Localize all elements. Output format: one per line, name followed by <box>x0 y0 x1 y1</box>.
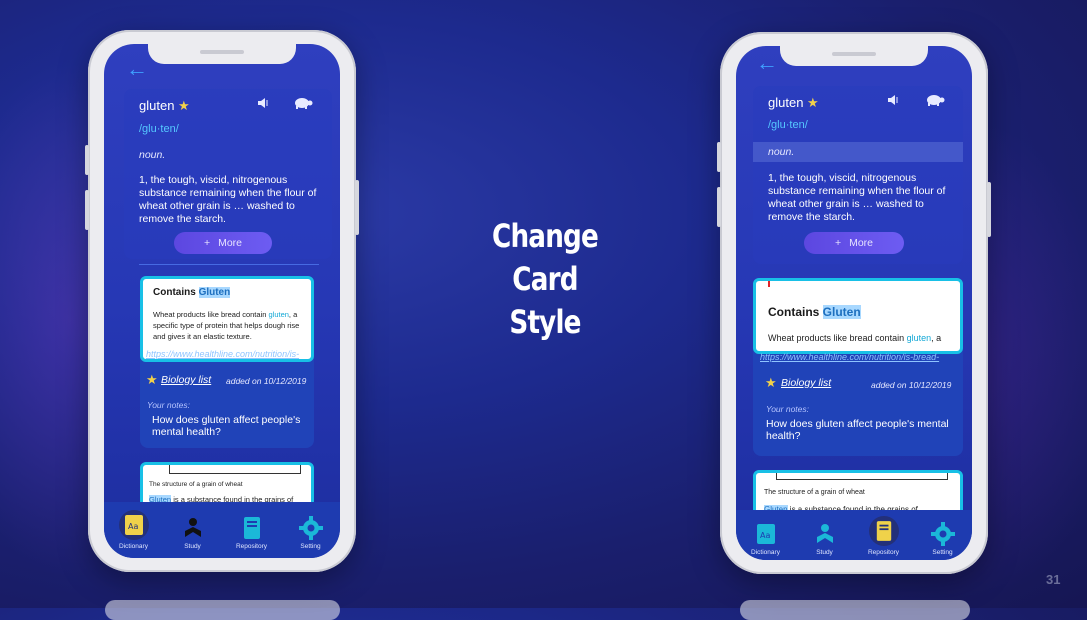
phone-notch <box>780 46 928 66</box>
plus-icon: + <box>203 237 211 249</box>
back-arrow-icon[interactable]: ← <box>756 50 778 76</box>
added-date: added on 10/12/2019 <box>226 376 307 386</box>
list-name-link[interactable]: Biology list <box>161 374 211 386</box>
phone-mockup-right: ← gluten ★ /glu·ten/ noun. 1, the tough,… <box>717 32 991 574</box>
heading-line: Change <box>492 217 599 255</box>
phonetic-text: /glu·ten/ <box>768 119 808 131</box>
study-icon <box>813 522 837 546</box>
study-icon <box>181 516 205 540</box>
phonetic-text: /glu·ten/ <box>139 123 179 135</box>
list-star-icon: ★ <box>765 375 777 390</box>
tab-setting[interactable]: Setting <box>913 522 972 556</box>
speaker-icon[interactable] <box>886 93 900 112</box>
slow-speed-turtle-icon[interactable] <box>292 96 314 115</box>
notes-label: Your notes: <box>766 404 810 414</box>
tab-study[interactable]: Study <box>163 516 222 550</box>
image-caption: The structure of a grain of wheat <box>149 481 243 488</box>
phone-mockup-left: ← gluten ★ /glu·ten/ noun. 1, the tough,… <box>85 30 359 572</box>
slide-number: 31 <box>1046 572 1061 587</box>
notes-text[interactable]: How does gluten affect people's mental h… <box>152 414 300 438</box>
phone-side-button <box>85 190 89 230</box>
part-of-speech: noun. <box>139 149 166 161</box>
word-title: gluten ★ <box>139 98 190 113</box>
tab-setting[interactable]: Setting <box>281 516 340 550</box>
reference-title: Contains Gluten <box>153 287 231 298</box>
gear-icon <box>298 516 323 540</box>
bottom-tab-bar: Aa Dictionary Study Repository Setting <box>736 510 972 560</box>
reference-excerpt: Wheat products like bread contain gluten… <box>153 310 300 341</box>
app-screen: ← gluten ★ /glu·ten/ noun. 1, the tough,… <box>736 46 972 560</box>
slow-speed-turtle-icon[interactable] <box>924 93 946 112</box>
reference-excerpt: Wheat products like bread contain gluten… <box>768 333 942 343</box>
notes-label: Your notes: <box>147 400 191 410</box>
phone-side-button <box>717 142 721 172</box>
definition-text: 1, the tough, viscid, nitrogenous substa… <box>139 174 317 225</box>
reference-card[interactable]: Contains Gluten Wheat products like brea… <box>753 278 963 354</box>
list-name-link[interactable]: Biology list <box>781 377 831 389</box>
phone-side-button <box>355 180 359 235</box>
source-link[interactable]: https://www.healthline.com/nutrition/is-… <box>760 352 956 362</box>
tab-study[interactable]: Study <box>795 522 854 556</box>
favorite-star-icon[interactable]: ★ <box>807 95 819 110</box>
notes-text[interactable]: How does gluten affect people's mental h… <box>766 418 949 442</box>
wheat-grain-image <box>776 473 948 480</box>
word-title: gluten ★ <box>768 95 819 110</box>
tab-dictionary[interactable]: Aa Dictionary <box>104 510 163 550</box>
bottom-tab-bar: Aa Dictionary Study Repository Setting <box>104 502 340 558</box>
part-of-speech: noun. <box>768 146 795 158</box>
image-caption: The structure of a grain of wheat <box>764 489 865 496</box>
svg-text:Aa: Aa <box>128 522 138 531</box>
added-date: added on 10/12/2019 <box>871 380 952 390</box>
bookmark-marker <box>768 281 770 287</box>
list-star-icon: ★ <box>146 372 158 387</box>
plus-icon: + <box>834 237 842 249</box>
more-button[interactable]: + More <box>804 232 904 254</box>
slide-heading: Change Card Style <box>484 215 607 344</box>
svg-text:Aa: Aa <box>760 531 770 540</box>
tab-repository[interactable]: Repository <box>222 516 281 550</box>
gear-icon <box>930 522 955 546</box>
app-screen: ← gluten ★ /glu·ten/ noun. 1, the tough,… <box>104 44 340 558</box>
dictionary-icon: Aa <box>118 510 149 540</box>
phone-side-button <box>987 182 991 237</box>
heading-line: Style <box>509 303 581 341</box>
divider <box>139 264 319 265</box>
tab-repository[interactable]: Repository <box>854 516 913 556</box>
favorite-star-icon[interactable]: ★ <box>178 98 190 113</box>
ghost-phone-edge <box>740 600 970 620</box>
dictionary-icon: Aa <box>754 522 778 546</box>
wheat-grain-image <box>169 465 301 474</box>
phone-side-button <box>85 145 89 175</box>
phone-notch <box>148 44 296 64</box>
repository-icon <box>868 516 899 546</box>
repository-icon <box>240 516 264 540</box>
definition-text: 1, the tough, viscid, nitrogenous substa… <box>768 172 946 223</box>
phone-side-button <box>717 187 721 227</box>
reference-title: Contains Gluten <box>768 305 861 319</box>
heading-line: Card <box>512 260 578 298</box>
speaker-icon[interactable] <box>256 96 270 115</box>
ghost-phone-edge <box>105 600 340 620</box>
back-arrow-icon[interactable]: ← <box>126 56 148 82</box>
more-button[interactable]: + More <box>174 232 272 254</box>
source-link[interactable]: https://www.healthline.com/nutrition/is- <box>146 349 308 359</box>
tab-dictionary[interactable]: Aa Dictionary <box>736 522 795 556</box>
